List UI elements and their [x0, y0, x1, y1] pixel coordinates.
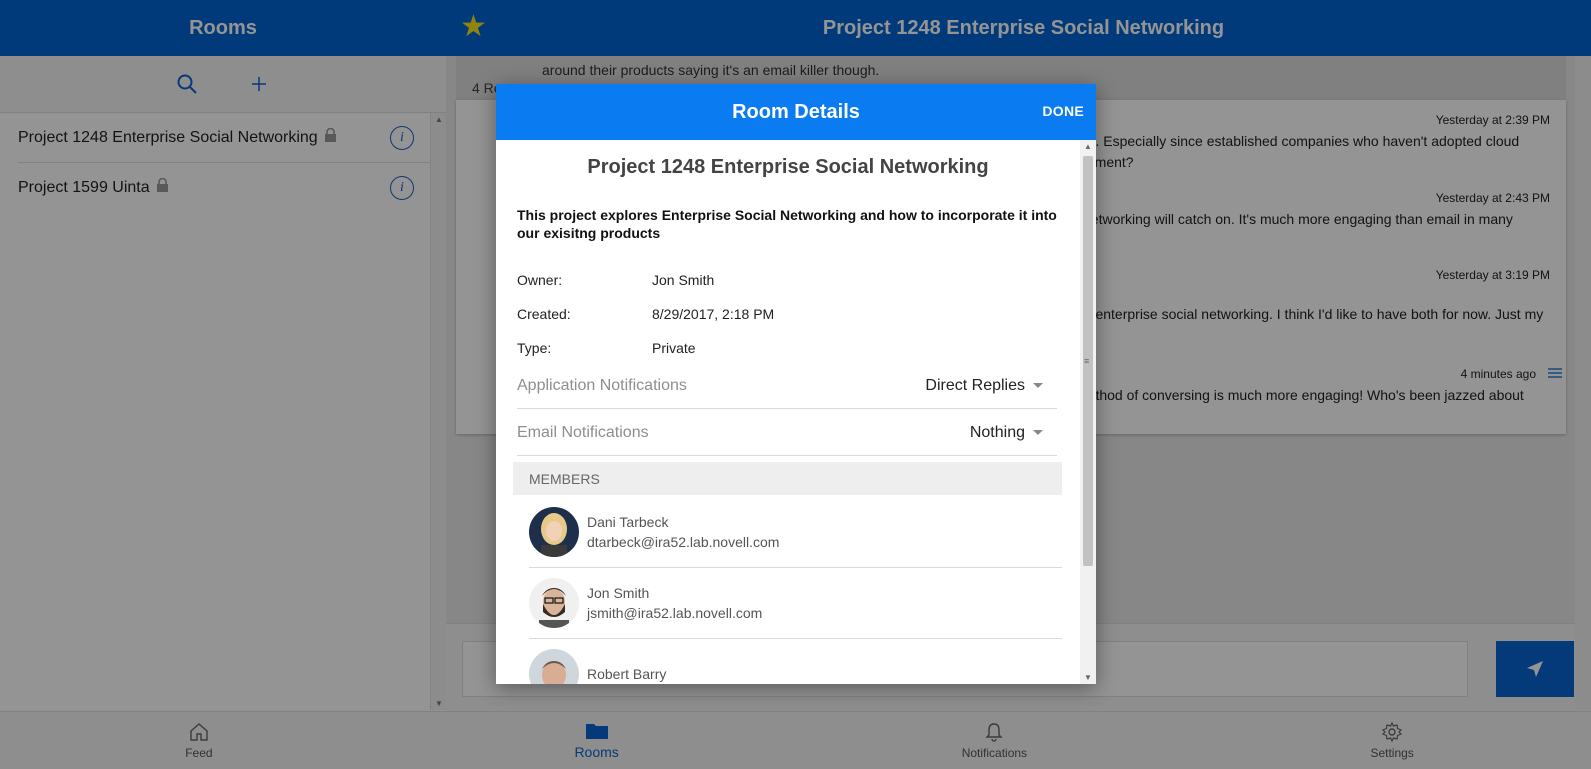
room-description: This project explores Enterprise Social …: [517, 207, 1057, 241]
done-button[interactable]: DONE: [1042, 103, 1084, 119]
created-value: 8/29/2017, 2:18 PM: [652, 306, 775, 322]
email-notifications-select[interactable]: Nothing: [970, 424, 1057, 442]
scroll-down-arrow-icon[interactable]: ▼: [1084, 673, 1092, 682]
owner-value: Jon Smith: [652, 272, 715, 288]
created-row: Created: 8/29/2017, 2:18 PM: [517, 306, 774, 322]
member-name: Jon Smith: [587, 585, 650, 601]
email-notifications-row: Email Notifications Nothing: [517, 410, 1057, 456]
scrollbar-grip-icon: ≡: [1084, 356, 1090, 366]
dropdown-caret-icon: [1033, 383, 1043, 388]
type-value: Private: [652, 340, 696, 356]
created-label: Created:: [517, 306, 571, 322]
avatar: [529, 578, 579, 628]
application-notifications-select[interactable]: Direct Replies: [925, 377, 1057, 395]
member-item[interactable]: Dani Tarbeck dtarbeck@ira52.lab.novell.c…: [529, 497, 1062, 568]
room-details-name: Project 1248 Enterprise Social Networkin…: [587, 156, 989, 178]
application-notifications-value: Direct Replies: [925, 376, 1025, 394]
type-row: Type: Private: [517, 340, 696, 356]
avatar: [529, 507, 579, 557]
owner-row: Owner: Jon Smith: [517, 272, 714, 288]
type-label: Type:: [517, 340, 552, 356]
dropdown-caret-icon: [1033, 430, 1043, 435]
member-email: jsmith@ira52.lab.novell.com: [587, 605, 763, 621]
member-item[interactable]: Jon Smith jsmith@ira52.lab.novell.com: [529, 568, 1062, 639]
members-label: MEMBERS: [529, 470, 600, 487]
scroll-up-arrow-icon[interactable]: ▲: [1084, 142, 1092, 151]
dialog-body: Project 1248 Enterprise Social Networkin…: [496, 140, 1080, 684]
application-notifications-label: Application Notifications: [517, 376, 687, 394]
application-notifications-row: Application Notifications Direct Replies: [517, 363, 1057, 409]
avatar: [529, 649, 579, 684]
dialog-scrollbar[interactable]: ▲ ≡ ▼: [1080, 140, 1096, 684]
email-notifications-label: Email Notifications: [517, 423, 649, 441]
dialog-header: Room Details DONE: [496, 84, 1096, 140]
member-name: Robert Barry: [587, 666, 667, 682]
dialog-title: Room Details: [732, 100, 860, 123]
email-notifications-value: Nothing: [969, 423, 1025, 441]
owner-label: Owner:: [517, 272, 563, 288]
member-name: Dani Tarbeck: [587, 514, 669, 530]
member-email: dtarbeck@ira52.lab.novell.com: [587, 534, 780, 550]
member-item[interactable]: Robert Barry: [529, 639, 1062, 684]
members-header: MEMBERS: [513, 462, 1062, 495]
room-details-dialog: Room Details DONE Project 1248 Enterpris…: [496, 84, 1096, 684]
